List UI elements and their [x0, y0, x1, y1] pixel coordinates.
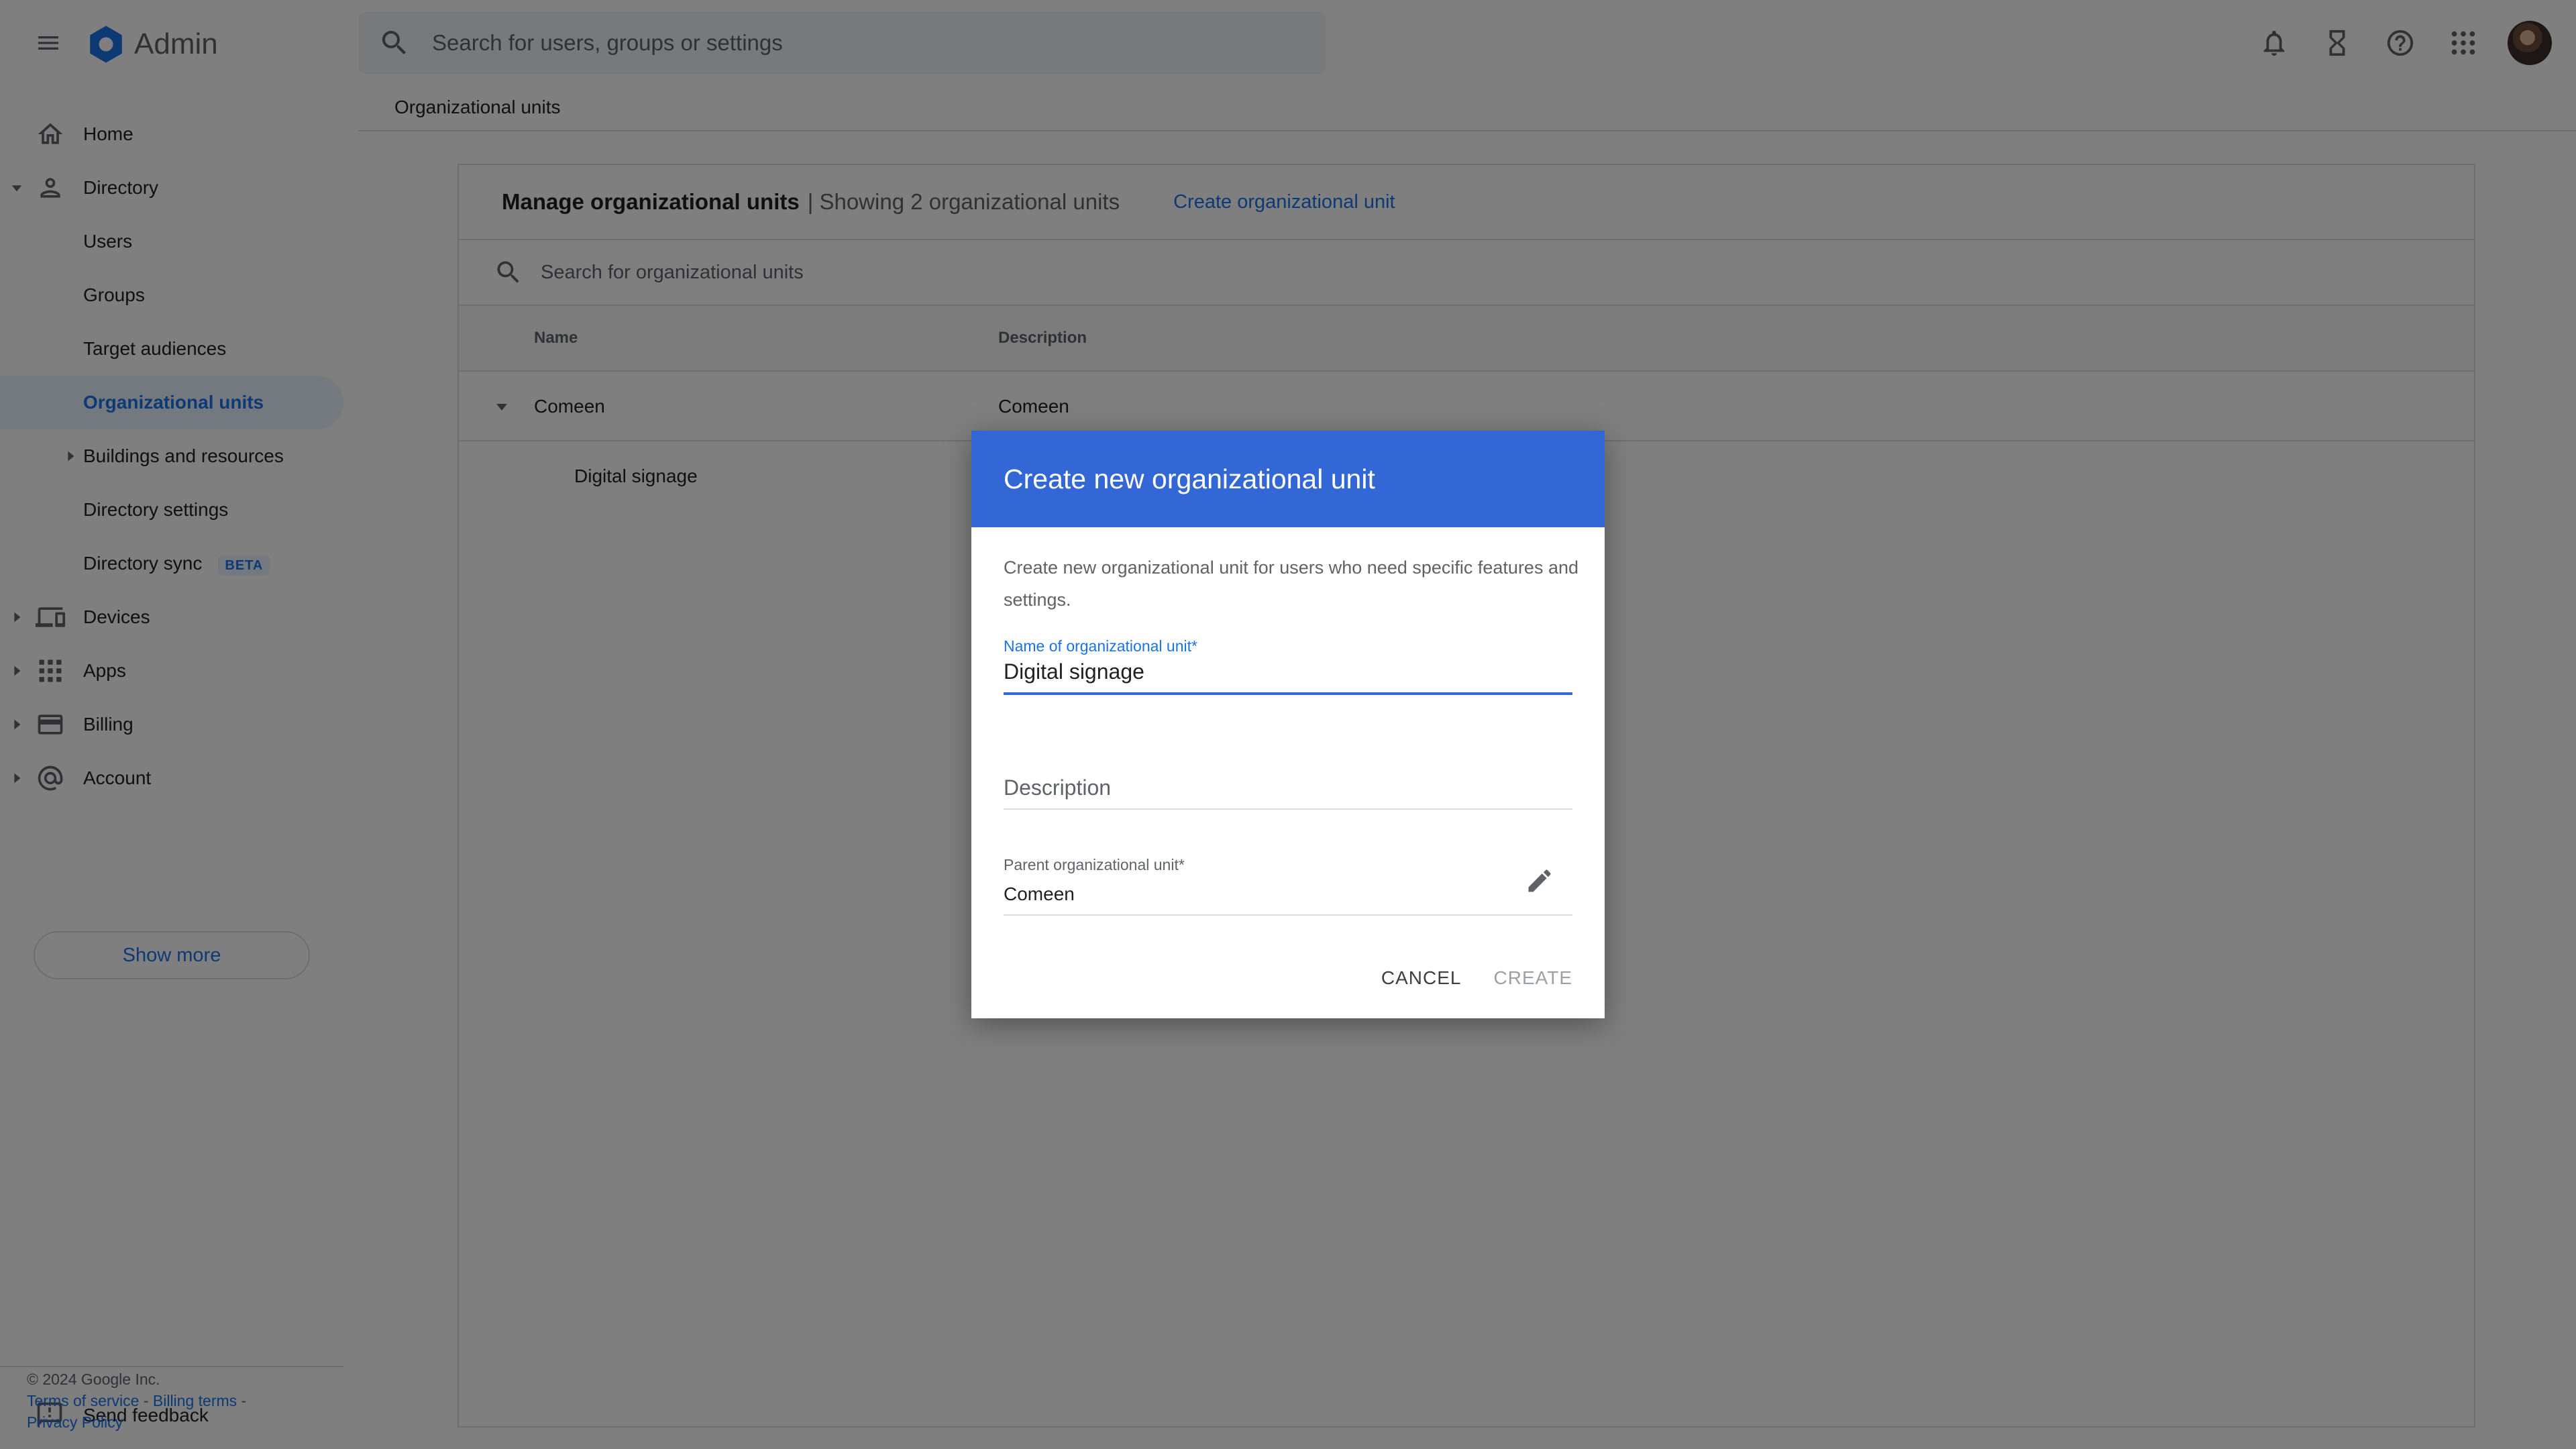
dialog-actions: CANCEL CREATE: [1349, 967, 1572, 989]
create-org-unit-dialog: Create new organizational unit Create ne…: [971, 431, 1605, 1018]
dialog-description: Create new organizational unit for users…: [1004, 557, 1578, 610]
org-unit-name-input[interactable]: [1004, 655, 1572, 695]
parent-org-unit-field: Parent organizational unit* Comeen: [1004, 856, 1572, 916]
description-input[interactable]: [1004, 771, 1572, 810]
parent-org-unit-label: Parent organizational unit*: [1004, 856, 1185, 873]
description-field: [1004, 771, 1572, 810]
dialog-header: Create new organizational unit: [971, 431, 1605, 527]
dialog-title: Create new organizational unit: [1004, 463, 1375, 494]
cancel-button[interactable]: CANCEL: [1381, 967, 1462, 989]
org-unit-name-field: Name of organizational unit*: [1004, 637, 1572, 695]
pencil-icon[interactable]: [1523, 864, 1556, 898]
create-button[interactable]: CREATE: [1494, 967, 1573, 989]
admin-console: Admin Organizational units: [0, 0, 2576, 1449]
org-unit-name-label: Name of organizational unit*: [1004, 637, 1197, 655]
parent-org-unit-value: Comeen: [1004, 883, 1572, 916]
